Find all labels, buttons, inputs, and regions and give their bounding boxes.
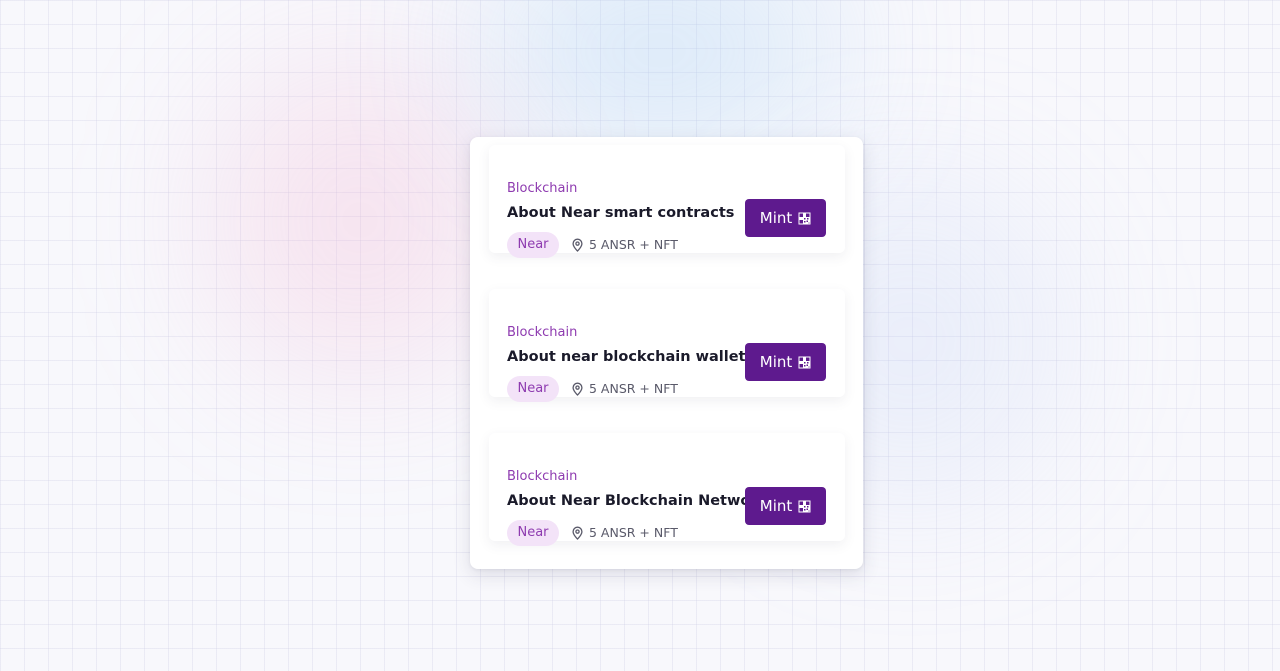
mint-label: Mint xyxy=(759,353,793,371)
course-card: Blockchain About Near Blockchain Network… xyxy=(489,433,845,546)
course-card: Blockchain About Near smart contracts Ne… xyxy=(489,145,845,258)
card-reward: 5 ANSR + NFT xyxy=(571,376,678,402)
reward-text: 5 ANSR + NFT xyxy=(589,381,678,396)
location-pin-icon xyxy=(572,382,583,396)
card-reward: 5 ANSR + NFT xyxy=(571,520,678,546)
qr-code-icon xyxy=(798,212,811,224)
card-category: Blockchain xyxy=(507,181,578,196)
card-tag: Near xyxy=(507,232,559,258)
card-tag: Near xyxy=(507,376,559,402)
course-card: Blockchain About near blockchain wallets… xyxy=(489,289,845,402)
qr-code-icon xyxy=(798,356,811,368)
location-pin-icon xyxy=(572,526,583,540)
card-category: Blockchain xyxy=(507,469,578,484)
mint-label: Mint xyxy=(759,209,793,227)
background-glow xyxy=(480,0,840,160)
mint-label: Mint xyxy=(759,497,793,515)
mint-button[interactable]: Mint xyxy=(745,487,826,525)
card-tag: Near xyxy=(507,520,559,546)
background-glow xyxy=(210,60,510,380)
mint-button[interactable]: Mint xyxy=(745,343,826,381)
location-pin-icon xyxy=(572,238,583,252)
card-title: About Near smart contracts xyxy=(507,205,735,221)
qr-code-icon xyxy=(798,500,811,512)
mint-button[interactable]: Mint xyxy=(745,199,826,237)
card-reward: 5 ANSR + NFT xyxy=(571,232,678,258)
card-category: Blockchain xyxy=(507,325,578,340)
card-title: About near blockchain wallets xyxy=(507,349,755,365)
reward-text: 5 ANSR + NFT xyxy=(589,237,678,252)
card-title: About Near Blockchain Network xyxy=(507,493,768,509)
course-list-panel: Blockchain About Near smart contracts Ne… xyxy=(470,137,863,569)
reward-text: 5 ANSR + NFT xyxy=(589,525,678,540)
